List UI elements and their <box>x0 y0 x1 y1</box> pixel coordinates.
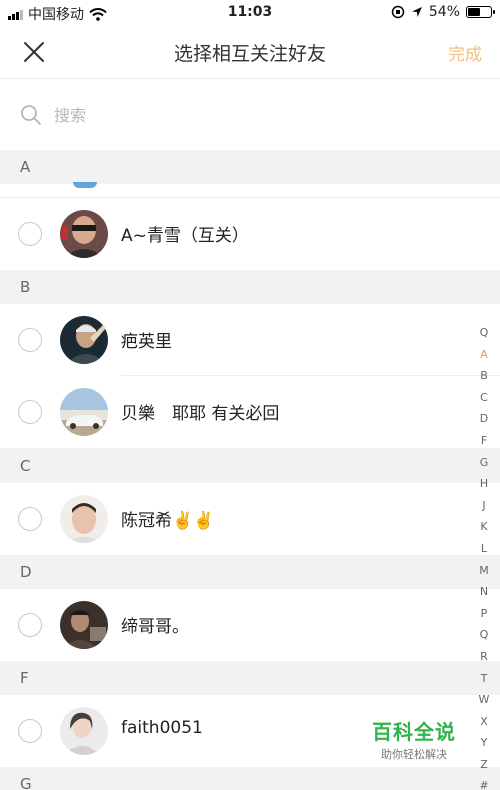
index-letter-x[interactable]: X <box>480 711 488 733</box>
avatar <box>60 495 108 543</box>
index-letter-m[interactable]: M <box>479 560 489 582</box>
watermark-subtitle: 助你轻松解决 <box>381 748 447 761</box>
contact-name: faith0051 <box>121 718 203 738</box>
contact-name: A~青雪（互关） <box>121 226 249 246</box>
index-letter-l[interactable]: L <box>481 538 487 560</box>
select-radio[interactable] <box>18 507 42 531</box>
select-radio[interactable] <box>18 613 42 637</box>
index-letter-f[interactable]: F <box>481 430 487 452</box>
avatar-partial <box>73 182 97 188</box>
select-radio[interactable] <box>18 222 42 246</box>
contact-name: 陈冠希✌️✌️ <box>121 511 215 531</box>
index-letter-r[interactable]: R <box>480 646 488 668</box>
index-letter-n[interactable]: N <box>480 581 488 603</box>
battery-icon <box>466 6 495 18</box>
select-radio[interactable] <box>18 328 42 352</box>
status-right: 54% <box>391 4 495 20</box>
alphabet-index-bar[interactable]: Q A B C D F G H J K L M N P Q R T W X Y Z # <box>476 322 492 790</box>
index-letter-a[interactable]: A <box>480 344 488 366</box>
section-header-a: A <box>0 150 500 184</box>
status-bar: 中国移动 11:03 54% <box>0 0 500 26</box>
navbar: 选择相互关注好友 完成 <box>0 26 500 78</box>
index-letter-k[interactable]: K <box>480 516 487 538</box>
index-letter-b[interactable]: B <box>480 365 488 387</box>
contact-row[interactable]: A~青雪（互关） <box>0 198 500 270</box>
avatar <box>60 388 108 436</box>
section-header-c: C <box>0 448 500 483</box>
contact-row[interactable]: 疤英里 <box>0 304 500 376</box>
section-header-f: F <box>0 661 500 695</box>
index-letter-y[interactable]: Y <box>481 732 488 754</box>
index-search-icon[interactable]: Q <box>480 322 489 344</box>
section-header-b: B <box>0 270 500 304</box>
contact-name: 缔哥哥。 <box>121 617 189 637</box>
location-icon <box>411 7 422 17</box>
search-bar <box>0 78 500 150</box>
search-icon <box>21 105 41 125</box>
index-letter-hash[interactable]: # <box>479 775 488 790</box>
watermark-logo: 百科全说 助你轻松解决 <box>364 716 464 762</box>
index-letter-q[interactable]: Q <box>480 624 489 646</box>
orientation-lock-icon <box>391 5 405 19</box>
avatar <box>60 707 108 755</box>
index-letter-j[interactable]: J <box>482 495 485 517</box>
section-header-g: G <box>0 767 500 790</box>
avatar <box>60 210 108 258</box>
done-button[interactable]: 完成 <box>448 40 482 65</box>
contact-name: 贝樂 耶耶 有关必回 <box>121 404 280 424</box>
avatar <box>60 316 108 364</box>
index-letter-z[interactable]: Z <box>480 754 488 776</box>
contact-row[interactable]: 陈冠希✌️✌️ <box>0 483 500 555</box>
battery-percent: 54% <box>428 4 460 20</box>
index-letter-g[interactable]: G <box>480 452 489 474</box>
index-letter-c[interactable]: C <box>480 387 488 409</box>
avatar <box>60 601 108 649</box>
contact-row[interactable]: 贝樂 耶耶 有关必回 <box>0 376 500 448</box>
watermark-title: 百科全说 <box>372 720 456 744</box>
contact-row[interactable]: 缔哥哥。 <box>0 589 500 661</box>
index-letter-d[interactable]: D <box>480 408 488 430</box>
index-letter-h[interactable]: H <box>480 473 488 495</box>
select-radio[interactable] <box>18 400 42 424</box>
contact-name: 疤英里 <box>121 332 172 352</box>
page-title: 选择相互关注好友 <box>173 43 326 65</box>
search-input[interactable] <box>54 101 434 129</box>
index-letter-t[interactable]: T <box>481 668 488 690</box>
list-item-partial <box>0 182 500 198</box>
index-letter-w[interactable]: W <box>479 689 490 711</box>
section-header-d: D <box>0 555 500 589</box>
select-radio[interactable] <box>18 719 42 743</box>
index-letter-p[interactable]: P <box>481 603 488 625</box>
